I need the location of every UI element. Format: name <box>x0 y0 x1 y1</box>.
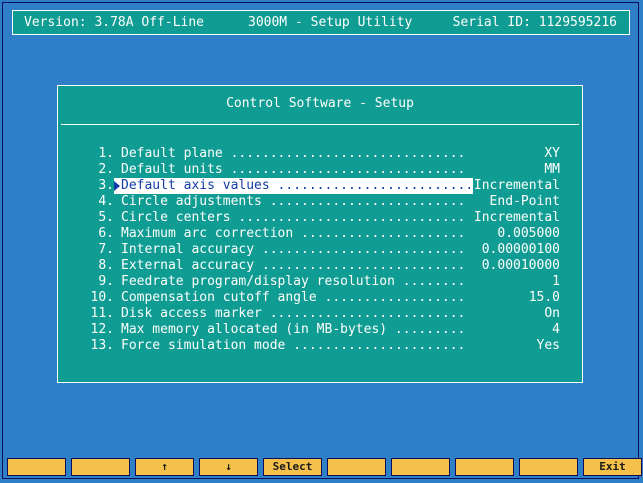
option-number: 6. <box>98 226 114 241</box>
option-number: 8. <box>98 258 114 273</box>
option-value: 0.005000 <box>497 226 560 241</box>
option-label: Max memory allocated (in MB-bytes) <box>121 322 466 338</box>
serial-id-label: Serial ID: 1129595216 <box>452 15 617 30</box>
f6-key[interactable] <box>327 458 386 476</box>
exit-key[interactable]: Exit <box>583 458 642 476</box>
option-number: 2. <box>98 162 114 177</box>
option-value: Yes <box>536 338 560 353</box>
f8-key[interactable] <box>455 458 514 476</box>
option-label: Circle centers <box>121 210 466 226</box>
version-label: Version: 3.78A Off-Line <box>24 15 205 30</box>
down-arrow-key[interactable]: ↓ <box>199 458 258 476</box>
dialog-title: Control Software - Setup <box>226 96 414 111</box>
option-number: 12. <box>90 322 114 337</box>
f7-key[interactable] <box>391 458 450 476</box>
up-arrow-key[interactable]: ↑ <box>135 458 194 476</box>
function-key-bar: ↑ ↓ Select Exit <box>7 458 642 476</box>
option-row[interactable]: 10. Compensation cutoff angle 15.0 <box>58 290 582 306</box>
option-label: Default units <box>121 162 466 178</box>
setup-dialog: Control Software - Setup 1. Default plane… <box>57 85 583 383</box>
header-bar: Version: 3.78A Off-Line 3000M - Setup Ut… <box>12 10 630 35</box>
option-value: On <box>544 306 560 321</box>
option-label: Circle adjustments <box>121 194 466 210</box>
option-row[interactable]: 11. Disk access marker On <box>58 306 582 322</box>
option-value: 0.00000100 <box>481 242 560 257</box>
f9-key[interactable] <box>519 458 578 476</box>
f1-key[interactable] <box>7 458 66 476</box>
option-row[interactable]: 9. Feedrate program/display resolution 1 <box>58 274 582 290</box>
option-value: XY <box>544 146 560 161</box>
option-label: Disk access marker <box>121 306 466 322</box>
option-value: 4 <box>552 322 560 337</box>
option-value: Incremental <box>473 178 560 193</box>
option-value: 15.0 <box>528 290 560 305</box>
option-label: Feedrate program/display resolution <box>121 274 466 290</box>
option-row[interactable]: 4. Circle adjustments End-Point <box>58 194 582 210</box>
option-number: 3. <box>98 178 114 193</box>
option-number: 10. <box>90 290 114 305</box>
title-divider <box>61 124 579 125</box>
option-number: 7. <box>98 242 114 257</box>
option-number: 5. <box>98 210 114 225</box>
options-list: 1.Default planeXY2.Default unitsMM3.Defa… <box>58 146 582 354</box>
option-row[interactable]: 1. Default plane XY <box>58 146 582 162</box>
option-number: 1. <box>98 146 114 161</box>
option-label: External accuracy <box>121 258 466 274</box>
option-row[interactable]: 6. Maximum arc correction 0.005000 <box>58 226 582 242</box>
app-title: 3000M - Setup Utility <box>248 15 413 30</box>
option-value: Incremental <box>473 210 560 225</box>
option-row[interactable]: 13. Force simulation mode Yes <box>58 338 582 354</box>
selection-arrow-icon <box>114 181 120 191</box>
option-value: 1 <box>552 274 560 289</box>
option-number: 13. <box>90 338 114 353</box>
option-label: Default axis values <box>114 178 473 194</box>
option-number: 11. <box>90 306 114 321</box>
option-row[interactable]: 5. Circle centers Incremental <box>58 210 582 226</box>
option-value: End-Point <box>489 194 560 209</box>
option-label: Default plane <box>121 146 466 162</box>
option-row[interactable]: 7. Internal accuracy 0.00000100 <box>58 242 582 258</box>
select-key[interactable]: Select <box>263 458 322 476</box>
option-row[interactable]: 2. Default units MM <box>58 162 582 178</box>
option-label: Internal accuracy <box>121 242 466 258</box>
option-row[interactable]: 12. Max memory allocated (in MB-bytes) 4 <box>58 322 582 338</box>
option-value: MM <box>544 162 560 177</box>
option-number: 9. <box>98 274 114 289</box>
option-label: Force simulation mode <box>121 338 466 354</box>
option-row[interactable]: 8. External accuracy 0.00010000 <box>58 258 582 274</box>
option-value: 0.00010000 <box>481 258 560 273</box>
option-label: Maximum arc correction <box>121 226 466 242</box>
option-label: Compensation cutoff angle <box>121 290 466 306</box>
option-number: 4. <box>98 194 114 209</box>
f2-key[interactable] <box>71 458 130 476</box>
option-row[interactable]: 3.Default axis valuesIncremental <box>58 178 582 194</box>
